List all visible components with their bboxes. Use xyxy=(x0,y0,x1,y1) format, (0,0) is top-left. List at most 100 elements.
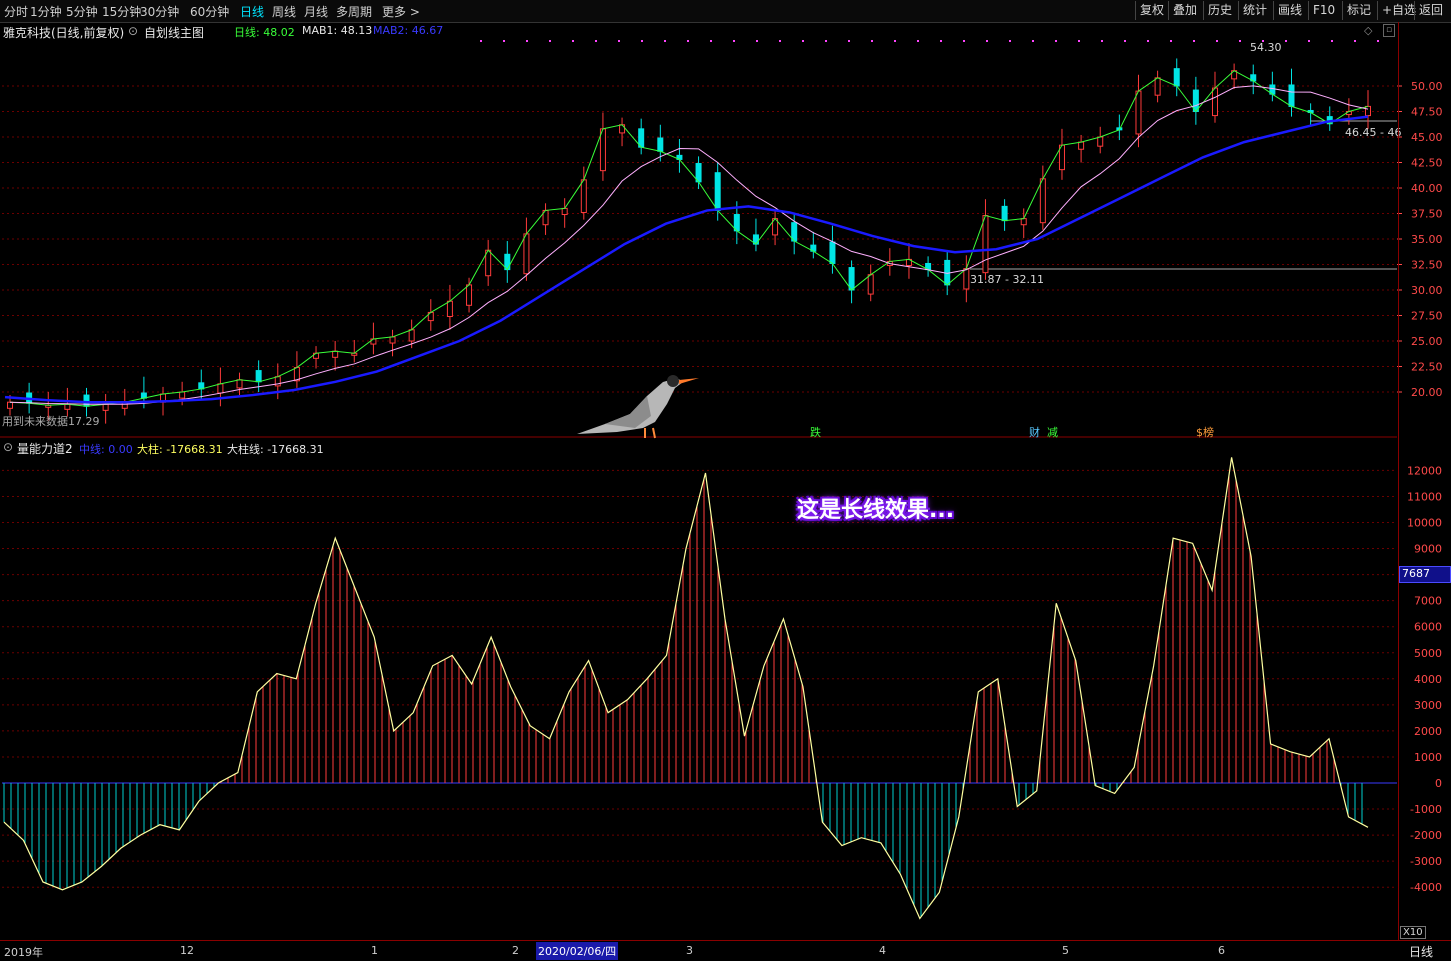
candle-body xyxy=(848,267,855,291)
day-line xyxy=(9,70,1369,407)
date-label-apr: 4 xyxy=(879,944,886,957)
cursor-date-label: 2020/02/06/四 xyxy=(536,942,619,960)
candle-body xyxy=(580,179,587,213)
signal-dot xyxy=(871,40,873,42)
sub-panel-title[interactable]: 量能力道2 xyxy=(17,440,73,457)
date-label-jun: 6 xyxy=(1218,944,1225,957)
candle-body xyxy=(1288,84,1295,107)
date-label-feb: 2 xyxy=(512,944,519,957)
signal-dot xyxy=(894,40,896,42)
period-tab-multi[interactable]: 多周期 xyxy=(336,3,372,20)
period-tab-1min[interactable]: 1分钟 xyxy=(30,3,62,20)
signal-dot xyxy=(549,40,551,42)
draw-line-button[interactable]: 画线 xyxy=(1273,1,1306,20)
mark-button[interactable]: 标记 xyxy=(1342,1,1375,20)
top-toolbar: 分时 1分钟 5分钟 15分钟 30分钟 60分钟 日线 周线 月线 多周期 更… xyxy=(0,0,1451,23)
candle-body xyxy=(389,336,396,344)
overlay-button[interactable]: 叠加 xyxy=(1168,1,1201,20)
signal-dot xyxy=(986,40,988,42)
right-price-axis xyxy=(1398,22,1451,940)
signal-dot xyxy=(756,40,758,42)
signal-dot xyxy=(595,40,597,42)
big-bar-line-value: 大柱线: -17668.31 xyxy=(227,443,324,456)
event-marker-list[interactable]: $榜 xyxy=(1196,424,1214,440)
signal-dot xyxy=(1377,40,1379,42)
signal-dot xyxy=(1032,40,1034,42)
signal-dot xyxy=(848,40,850,42)
date-label-dec: 12 xyxy=(180,944,194,957)
signal-dot xyxy=(802,40,804,42)
signal-dot xyxy=(618,40,620,42)
bird-illustration xyxy=(577,375,699,439)
event-marker-reduce[interactable]: 减 xyxy=(1047,424,1058,440)
candle-body xyxy=(599,128,606,172)
candle-body xyxy=(1192,89,1199,113)
mid-line-value: 中线: 0.00 xyxy=(79,443,133,456)
candle-body xyxy=(255,370,262,383)
multiplier-tag: X10 xyxy=(1400,926,1426,939)
candle-body xyxy=(1211,87,1218,117)
signal-dot xyxy=(1285,40,1287,42)
signal-dot xyxy=(1193,40,1195,42)
signal-dot xyxy=(1170,40,1172,42)
mab1-line xyxy=(9,85,1369,405)
day-line-value: 日线: 48.02 xyxy=(234,26,295,39)
history-button[interactable]: 历史 xyxy=(1203,1,1236,20)
candle-body xyxy=(619,124,626,134)
signal-dot xyxy=(572,40,574,42)
back-button[interactable]: 返回 xyxy=(1414,1,1447,20)
period-tab-daily[interactable]: 日线 xyxy=(240,3,264,20)
sub-panel-menu-icon[interactable]: ⊙ xyxy=(3,440,13,454)
candle-body xyxy=(1173,68,1180,87)
candle-body xyxy=(1097,136,1104,147)
chart-canvas[interactable]: 50.0047.5045.0042.5040.0037.5035.0032.50… xyxy=(0,22,1451,940)
osc-line xyxy=(3,457,1369,920)
mab1-value: MAB1: 48.13 xyxy=(302,24,373,37)
date-label-jan: 1 xyxy=(371,944,378,957)
candle-body xyxy=(1154,77,1161,96)
mab2-value: MAB2: 46.67 xyxy=(373,24,444,37)
candle-body xyxy=(714,172,721,211)
period-tab-5min[interactable]: 5分钟 xyxy=(66,3,98,20)
period-tab-60min[interactable]: 60分钟 xyxy=(190,3,229,20)
range-low-label: 31.87 - 32.11 xyxy=(970,273,1044,286)
candle-body xyxy=(446,300,453,318)
candle-body xyxy=(1039,178,1046,224)
template-name[interactable]: 自划线主图 xyxy=(144,24,204,41)
signal-dot xyxy=(1101,40,1103,42)
signal-dot xyxy=(917,40,919,42)
period-tag[interactable]: 日线 xyxy=(1409,943,1433,960)
candle-body xyxy=(102,403,109,411)
panel-menu-icon[interactable]: ▫ xyxy=(1383,24,1395,37)
candle-body xyxy=(1078,141,1085,150)
event-marker-finance[interactable]: 财 xyxy=(1029,424,1040,440)
date-label-mar: 3 xyxy=(686,944,693,957)
big-bar-value: 大柱: -17668.31 xyxy=(137,443,223,456)
signal-dot xyxy=(1308,40,1310,42)
signal-dot xyxy=(1354,40,1356,42)
candle-body xyxy=(64,403,71,410)
period-tab-monthly[interactable]: 月线 xyxy=(304,3,328,20)
candle-body xyxy=(1001,205,1008,222)
period-tab-30min[interactable]: 30分钟 xyxy=(140,3,179,20)
signal-dot xyxy=(733,40,735,42)
candle-body xyxy=(236,379,243,389)
signal-dot xyxy=(664,40,666,42)
signal-dot xyxy=(1055,40,1057,42)
period-tab-weekly[interactable]: 周线 xyxy=(272,3,296,20)
signal-dot xyxy=(1147,40,1149,42)
template-dropdown-icon[interactable]: ⊙ xyxy=(128,24,138,38)
diamond-icon[interactable]: ◇ xyxy=(1364,24,1372,37)
candle-body xyxy=(179,391,186,399)
f10-button[interactable]: F10 xyxy=(1308,1,1339,20)
candle-body xyxy=(829,241,836,264)
period-tab-more[interactable]: 更多 > xyxy=(382,3,420,20)
statistics-button[interactable]: 统计 xyxy=(1238,1,1271,20)
event-marker-drop[interactable]: 跌 xyxy=(810,424,821,440)
signal-dot xyxy=(825,40,827,42)
period-tab-timeshare[interactable]: 分时 xyxy=(4,3,28,20)
restore-rights-button[interactable]: 复权 xyxy=(1135,1,1168,20)
signal-dot xyxy=(963,40,965,42)
period-tab-15min[interactable]: 15分钟 xyxy=(102,3,141,20)
candle-body xyxy=(523,233,530,275)
